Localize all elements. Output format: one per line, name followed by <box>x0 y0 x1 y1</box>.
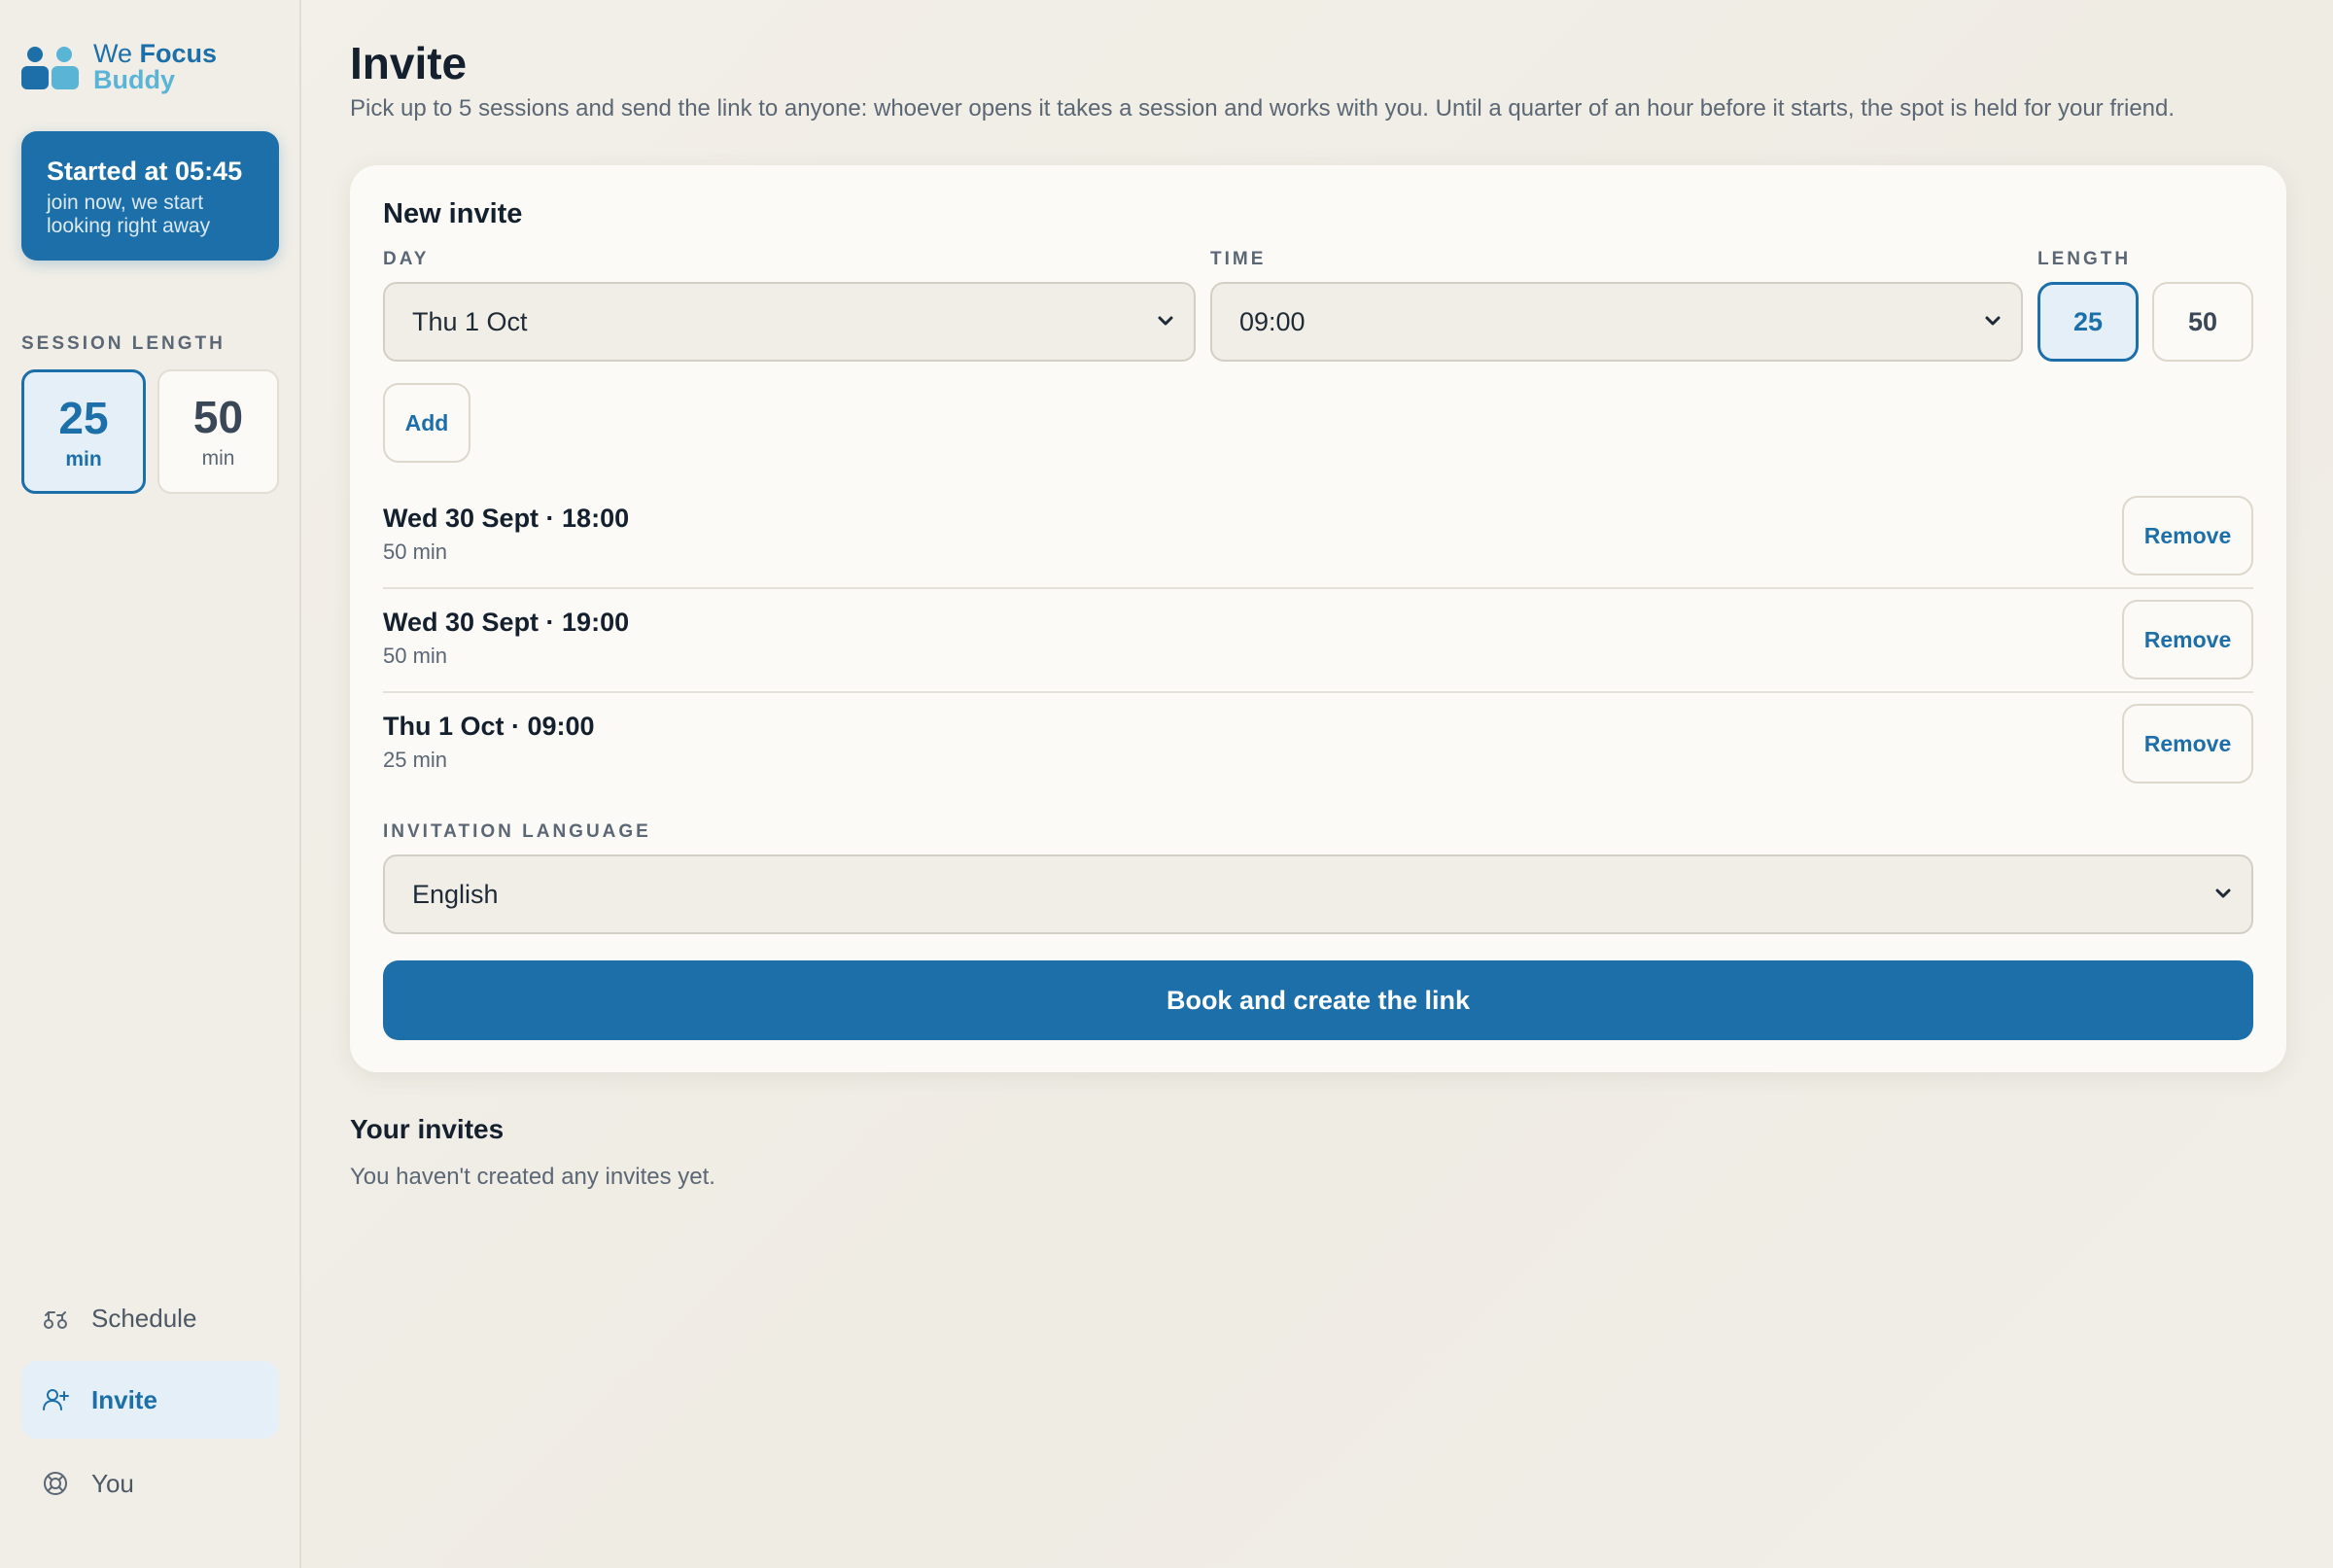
brand-focus: Focus <box>139 39 218 68</box>
length-label: LENGTH <box>2037 249 2132 269</box>
add-session-button[interactable]: Add <box>383 383 470 463</box>
language-select[interactable]: English <box>383 854 2253 934</box>
session-duration: 50 min <box>383 644 448 668</box>
length-option-50[interactable]: 50 <box>2152 282 2253 362</box>
nav-item-invite[interactable]: Invite <box>21 1361 279 1439</box>
schedule-icon <box>44 1311 67 1329</box>
session-duration: 50 min <box>383 540 448 564</box>
user-plus-icon <box>43 1389 69 1411</box>
chevron-down-icon <box>1158 316 1173 326</box>
nav-label-schedule: Schedule <box>91 1303 197 1333</box>
session-row: Thu 1 Oct · 09:00 25 min Remove <box>383 704 2253 808</box>
brand-we: We <box>93 39 133 68</box>
session-when: Thu 1 Oct · 09:00 <box>383 712 595 741</box>
session-row: Wed 30 Sept · 19:00 50 min Remove <box>383 600 2253 704</box>
session-length-unit: min <box>65 448 102 470</box>
logo-icon <box>21 41 80 91</box>
language-value: English <box>412 879 499 909</box>
book-and-create-link-button[interactable]: Book and create the link <box>383 960 2253 1040</box>
row-divider <box>383 691 2253 693</box>
started-subtitle: join now, we start looking right away <box>47 192 211 237</box>
new-invite-card: New invite DAY Thu 1 Oct TIME 09:00 LENG… <box>350 165 2286 1072</box>
session-length-label: SESSION LENGTH <box>21 333 226 354</box>
sidebar: We Focus Buddy Started at 05:45 join now… <box>0 0 301 1568</box>
length-option-25[interactable]: 25 <box>2037 282 2139 362</box>
session-length-value: 50 <box>192 392 244 442</box>
chevron-down-icon <box>2215 889 2231 898</box>
session-when: Wed 30 Sept · 19:00 <box>383 608 630 637</box>
invites-empty-state: You haven't created any invites yet. <box>350 1164 715 1190</box>
nav-label-you: You <box>91 1468 134 1498</box>
nav-item-schedule[interactable]: Schedule <box>21 1279 279 1357</box>
nav-item-you[interactable]: You <box>21 1445 279 1522</box>
new-invite-title: New invite <box>383 198 523 229</box>
started-title: Started at 05:45 <box>47 157 243 186</box>
day-select[interactable]: Thu 1 Oct <box>383 282 1196 362</box>
time-select[interactable]: 09:00 <box>1210 282 2023 362</box>
remove-session-button[interactable]: Remove <box>2122 704 2253 784</box>
session-when: Wed 30 Sept · 18:00 <box>383 504 630 533</box>
your-invites-title: Your invites <box>350 1114 505 1144</box>
session-length-value: 25 <box>58 393 109 443</box>
brand-logo[interactable]: We Focus Buddy <box>21 41 217 93</box>
brand-buddy: Buddy <box>93 65 175 94</box>
time-value: 09:00 <box>1239 306 1306 336</box>
remove-session-button[interactable]: Remove <box>2122 496 2253 575</box>
day-value: Thu 1 Oct <box>412 306 528 336</box>
nav-label-invite: Invite <box>91 1384 157 1414</box>
session-duration: 25 min <box>383 748 448 772</box>
session-length-unit: min <box>201 447 235 470</box>
session-length-25[interactable]: 25 min <box>21 369 146 494</box>
started-session-card[interactable]: Started at 05:45 join now, we start look… <box>21 131 279 261</box>
session-row: Wed 30 Sept · 18:00 50 min Remove <box>383 496 2253 600</box>
session-length-50[interactable]: 50 min <box>157 369 279 494</box>
language-label: INVITATION LANGUAGE <box>383 821 651 842</box>
page-subtitle: Pick up to 5 sessions and send the link … <box>350 95 2176 122</box>
time-label: TIME <box>1210 249 1267 269</box>
day-label: DAY <box>383 249 430 269</box>
remove-session-button[interactable]: Remove <box>2122 600 2253 679</box>
row-divider <box>383 587 2253 589</box>
chevron-down-icon <box>1985 316 2001 326</box>
page-title: Invite <box>350 38 468 88</box>
lifebuoy-icon <box>44 1472 67 1495</box>
brand-name: We Focus Buddy <box>93 41 217 93</box>
